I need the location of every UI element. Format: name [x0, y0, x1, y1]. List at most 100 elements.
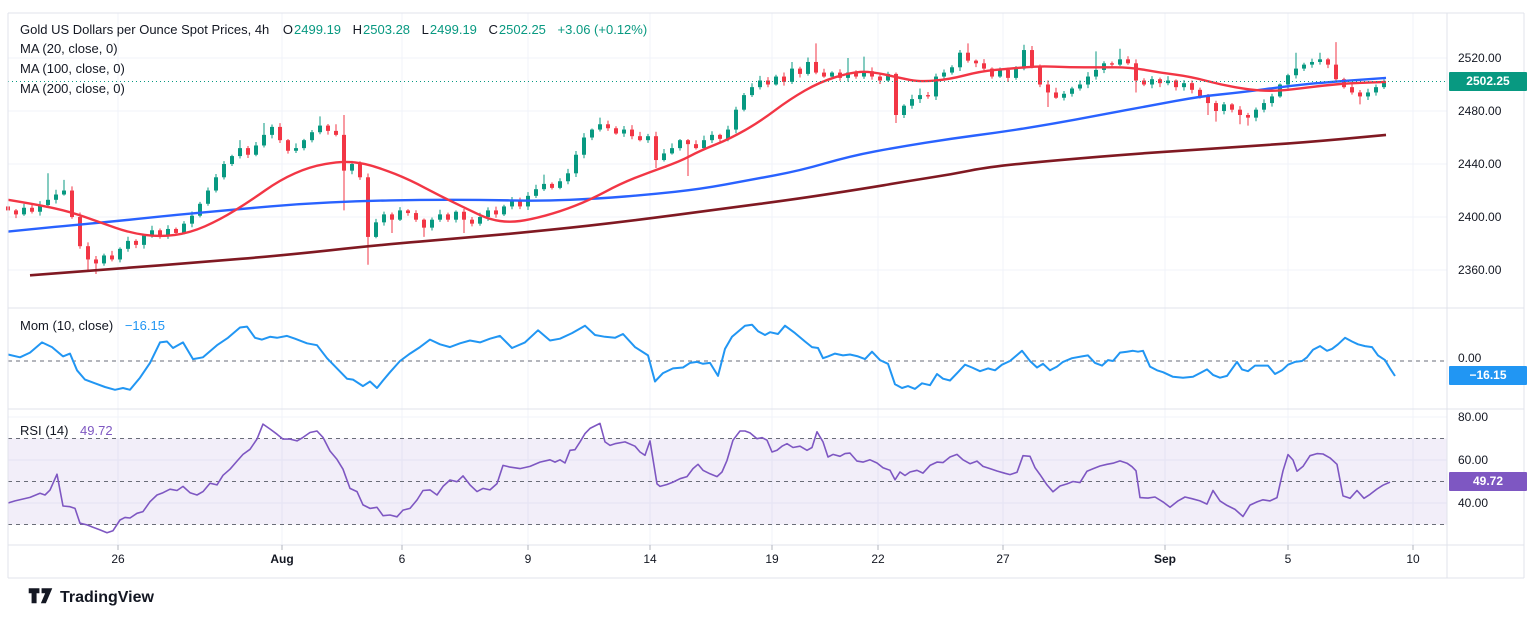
candle-body [486, 210, 490, 218]
candle-body [926, 95, 930, 97]
candle-body [1086, 76, 1090, 85]
candle-body [1294, 68, 1298, 76]
candle-body [62, 190, 66, 195]
momentum-legend[interactable]: Mom (10, close) −16.15 [20, 318, 165, 333]
candle-body [1046, 84, 1050, 93]
candle-body [822, 72, 826, 77]
candle-body [406, 210, 410, 214]
candle-body [342, 134, 346, 171]
candle-body [806, 61, 810, 74]
candle-body [430, 219, 434, 228]
candle-body [1062, 93, 1066, 98]
candle-body [734, 109, 738, 130]
ohlc-close-value: 2502.25 [498, 22, 546, 37]
candle-body [1358, 92, 1362, 97]
ohlc-open-label: O [282, 22, 294, 37]
main-legend[interactable]: Gold US Dollars per Ounce Spot Prices, 4… [20, 22, 647, 37]
candle-body [1238, 109, 1242, 115]
rsi-axis-label: 60.00 [1458, 453, 1489, 467]
candle-body [1214, 103, 1218, 112]
candle-body [1254, 109, 1258, 118]
time-axis-label: Aug [270, 552, 294, 566]
candle-body [702, 140, 706, 149]
candle-body [54, 194, 58, 200]
candle-body [174, 228, 178, 233]
candle-body [1030, 50, 1034, 68]
candle-body [942, 72, 946, 77]
change-value: +3.06 (+0.12%) [557, 22, 648, 37]
time-axis-label: 19 [765, 552, 779, 566]
candle-body [638, 136, 642, 141]
candle-body [1206, 96, 1210, 104]
candle-body [1326, 59, 1330, 65]
candle-body [382, 214, 386, 223]
rsi-band [8, 438, 1447, 525]
candle-body [1270, 96, 1274, 104]
momentum-legend-label: Mom (10, close) [20, 318, 114, 333]
candle-body [966, 52, 970, 61]
candle-body [1126, 59, 1130, 64]
time-axis-label: 6 [398, 552, 406, 566]
candle-body [622, 129, 626, 134]
candle-body [1366, 92, 1370, 97]
ohlc-high-value: 2503.28 [363, 22, 411, 37]
candle-body [206, 190, 210, 204]
candle-body [94, 259, 98, 264]
candle-body [558, 181, 562, 188]
candle-body [86, 246, 90, 260]
ma100-line [7, 76, 1387, 233]
candle-body [190, 215, 194, 224]
price-axis-label: 2440.00 [1458, 157, 1502, 172]
candle-body [14, 210, 18, 215]
candle-body [614, 128, 618, 134]
ma200-legend[interactable]: MA (200, close, 0) [20, 81, 125, 96]
candle-body [1182, 83, 1186, 88]
candle-body [894, 73, 898, 115]
candle-body [318, 125, 322, 133]
candle-body [598, 124, 602, 130]
candle-body [1318, 59, 1322, 62]
candle-body [998, 69, 1002, 77]
candle-body [566, 173, 570, 182]
ma100-legend[interactable]: MA (100, close, 0) [20, 61, 125, 76]
candle-body [1246, 114, 1250, 118]
price-axis-label: 2400.00 [1458, 210, 1502, 225]
time-axis-label: Sep [1153, 552, 1176, 566]
candle-body [414, 213, 418, 220]
candle-body [678, 140, 682, 149]
candle-body [798, 68, 802, 74]
candle-body [1118, 59, 1122, 65]
ma20-legend[interactable]: MA (20, close, 0) [20, 41, 118, 56]
time-axis-label: 26 [111, 552, 125, 566]
tradingview-logo[interactable]: TradingView [28, 587, 154, 608]
symbol-title[interactable]: Gold US Dollars per Ounce Spot Prices, 4… [20, 22, 269, 37]
price-axis-label: 2480.00 [1458, 104, 1502, 118]
candle-body [1230, 104, 1234, 110]
candle-body [1006, 69, 1010, 78]
rsi-value-badge: 49.72 [1449, 472, 1527, 491]
time-axis-label: 10 [1406, 552, 1420, 566]
tradingview-chart-widget: Gold US Dollars per Ounce Spot Prices, 4… [0, 0, 1536, 618]
candle-body [918, 95, 922, 100]
candle-body [390, 214, 394, 220]
candle-body [446, 214, 450, 220]
candle-body [1110, 63, 1114, 65]
candle-body [694, 144, 698, 149]
candle-body [878, 76, 882, 81]
rsi-legend[interactable]: RSI (14) 49.72 [20, 423, 113, 438]
candle-body [590, 129, 594, 138]
candle-body [1222, 104, 1226, 112]
candle-body [462, 211, 466, 220]
time-axis-label: 27 [996, 552, 1010, 566]
candle-body [606, 124, 610, 129]
ohlc-high-label: H [352, 22, 363, 37]
candle-body [670, 148, 674, 154]
candle-body [1190, 83, 1194, 90]
chart-canvas[interactable] [0, 0, 1536, 618]
rsi-axis-label: 40.00 [1458, 496, 1489, 510]
candle-body [1070, 88, 1074, 94]
candle-body [1286, 75, 1290, 85]
tradingview-logo-text: TradingView [60, 588, 154, 606]
candle-body [30, 207, 34, 212]
candle-body [902, 105, 906, 115]
